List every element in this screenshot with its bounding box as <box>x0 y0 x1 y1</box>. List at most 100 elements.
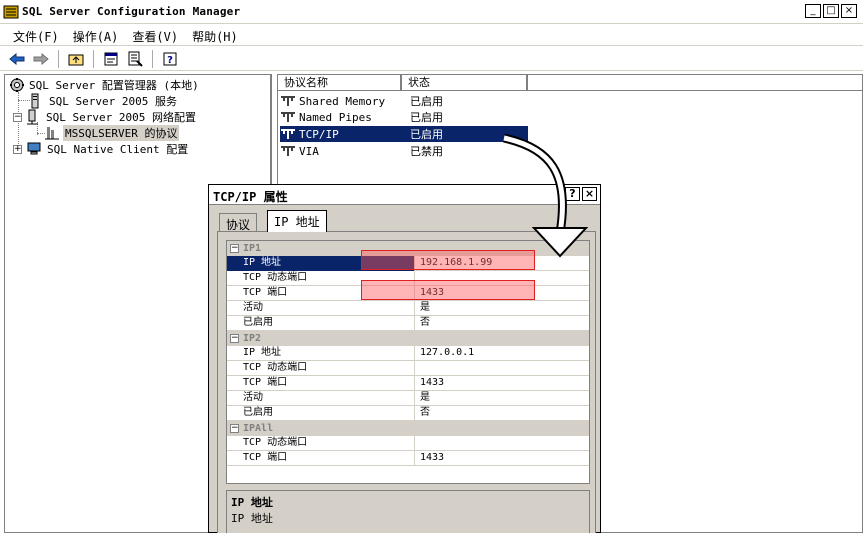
category-ip2[interactable]: − IP2 <box>227 331 589 346</box>
property-value[interactable]: 1433 <box>415 451 444 465</box>
description-text: IP 地址 <box>231 512 273 525</box>
expand-toggle[interactable]: + <box>13 144 22 154</box>
tree-line <box>37 133 45 134</box>
property-value[interactable]: 否 <box>415 406 430 420</box>
property-row[interactable]: IP 地址 127.0.0.1 <box>227 345 589 361</box>
svg-text:?: ? <box>167 55 173 66</box>
close-button[interactable]: × <box>841 4 857 18</box>
properties-button[interactable] <box>100 49 122 69</box>
property-name: TCP 动态端口 <box>227 360 415 376</box>
protocols-icon <box>45 127 59 140</box>
tree-item-label: SQL Server 配置管理器 (本地) <box>29 79 199 92</box>
category-label: IP1 <box>243 242 262 254</box>
property-value[interactable]: 否 <box>415 316 430 330</box>
up-folder-button[interactable] <box>65 49 87 69</box>
list-header: 协议名称 状态 <box>278 75 862 91</box>
list-item-named-pipes[interactable]: Named Pipes 已启用 <box>280 109 524 125</box>
dialog-title: TCP/IP 属性 <box>213 190 288 204</box>
tab-panel: − IP1 IP 地址 192.168.1.99 TCP 动态端口 TCP 端口… <box>217 231 596 533</box>
protocol-name: VIA <box>299 144 319 158</box>
tcp-port-highlight <box>361 280 535 300</box>
property-name: 已启用 <box>227 315 415 331</box>
tree-item-label: MSSQLSERVER 的协议 <box>63 125 180 141</box>
tree-item-services[interactable]: SQL Server 2005 服务 <box>29 93 179 109</box>
protocol-name: Shared Memory <box>299 94 386 108</box>
category-label: IP2 <box>243 332 262 344</box>
properties-icon <box>104 52 118 65</box>
help-icon: ? <box>163 52 177 66</box>
protocol-status: 已启用 <box>410 111 443 124</box>
property-value[interactable]: 是 <box>415 301 430 315</box>
list-item-shared-memory[interactable]: Shared Memory 已启用 <box>280 93 524 109</box>
tab-ip-addresses[interactable]: IP 地址 <box>267 210 327 232</box>
menu-view[interactable]: 查看(V) <box>125 24 185 45</box>
property-name: 活动 <box>227 390 415 406</box>
client-computer-icon <box>27 142 41 155</box>
property-grid[interactable]: − IP1 IP 地址 192.168.1.99 TCP 动态端口 TCP 端口… <box>226 240 590 484</box>
collapse-toggle[interactable]: − <box>230 423 239 433</box>
up-folder-icon <box>68 54 84 65</box>
list-item-via[interactable]: VIA 已禁用 <box>280 143 524 159</box>
property-value[interactable]: 127.0.0.1 <box>415 346 474 360</box>
collapse-toggle[interactable]: − <box>230 243 239 253</box>
property-row[interactable]: TCP 动态端口 <box>227 435 589 451</box>
tree-item-mssqlserver-protocols[interactable]: MSSQLSERVER 的协议 <box>45 125 180 141</box>
tree-item-network-config[interactable]: − SQL Server 2005 网络配置 <box>13 109 198 125</box>
description-panel: IP 地址 IP 地址 <box>226 490 590 533</box>
toolbar: ? <box>0 47 863 71</box>
server-icon <box>31 93 39 109</box>
tree-item-label: SQL Server 2005 服务 <box>49 95 177 108</box>
back-icon <box>9 52 25 65</box>
property-name: 活动 <box>227 300 415 316</box>
forward-button[interactable] <box>30 49 52 69</box>
annotation-arrow <box>503 133 589 258</box>
config-manager-icon <box>10 78 24 92</box>
property-row[interactable]: 已启用 否 <box>227 405 589 421</box>
back-button[interactable] <box>6 49 28 69</box>
category-ipall[interactable]: − IPAll <box>227 421 589 436</box>
menu-action[interactable]: 操作(A) <box>66 24 126 45</box>
export-list-icon <box>128 51 143 67</box>
property-value[interactable]: 1433 <box>415 376 444 390</box>
tree-item-native-client[interactable]: + SQL Native Client 配置 <box>13 141 190 157</box>
property-name: IP 地址 <box>227 345 415 361</box>
collapse-toggle[interactable]: − <box>13 112 22 122</box>
protocol-icon <box>281 129 295 139</box>
window-title: SQL Server Configuration Manager <box>22 5 241 18</box>
server-network-icon <box>27 109 38 125</box>
tree-item-root[interactable]: SQL Server 配置管理器 (本地) <box>9 77 201 93</box>
protocol-icon <box>281 112 295 122</box>
toolbar-separator <box>58 49 59 68</box>
category-label: IPAll <box>243 422 274 434</box>
maximize-button[interactable]: □ <box>823 4 839 18</box>
property-row[interactable]: 已启用 否 <box>227 315 589 331</box>
help-button[interactable]: ? <box>159 49 181 69</box>
collapse-toggle[interactable]: − <box>230 333 239 343</box>
export-list-button[interactable] <box>124 49 146 69</box>
property-row[interactable]: 活动 是 <box>227 390 589 406</box>
tree-item-label: SQL Native Client 配置 <box>47 143 189 156</box>
property-name: TCP 端口 <box>227 375 415 391</box>
column-header-empty <box>528 75 862 91</box>
description-title: IP 地址 <box>231 496 273 509</box>
tab-protocol[interactable]: 协议 <box>219 213 258 232</box>
protocol-status: 已启用 <box>410 95 443 108</box>
property-row[interactable]: 活动 是 <box>227 300 589 316</box>
minimize-button[interactable]: _ <box>805 4 821 18</box>
property-name: 已启用 <box>227 405 415 421</box>
menu-file[interactable]: 文件(F) <box>6 24 66 45</box>
menu-help[interactable]: 帮助(H) <box>185 24 245 45</box>
property-row[interactable]: TCP 动态端口 <box>227 360 589 376</box>
property-row[interactable]: TCP 端口 1433 <box>227 375 589 391</box>
property-row[interactable]: TCP 端口 1433 <box>227 450 589 466</box>
protocol-icon <box>281 146 295 156</box>
property-name: TCP 端口 <box>227 450 415 466</box>
protocol-name: Named Pipes <box>299 110 372 124</box>
property-value[interactable]: 是 <box>415 391 430 405</box>
column-header-status[interactable]: 状态 <box>402 75 528 91</box>
tree-item-label: SQL Server 2005 网络配置 <box>46 111 196 124</box>
property-name: TCP 动态端口 <box>227 435 415 451</box>
protocol-icon <box>281 96 295 106</box>
column-header-protocol[interactable]: 协议名称 <box>278 75 402 91</box>
window-titlebar[interactable]: SQL Server Configuration Manager _ □ × <box>0 0 863 24</box>
